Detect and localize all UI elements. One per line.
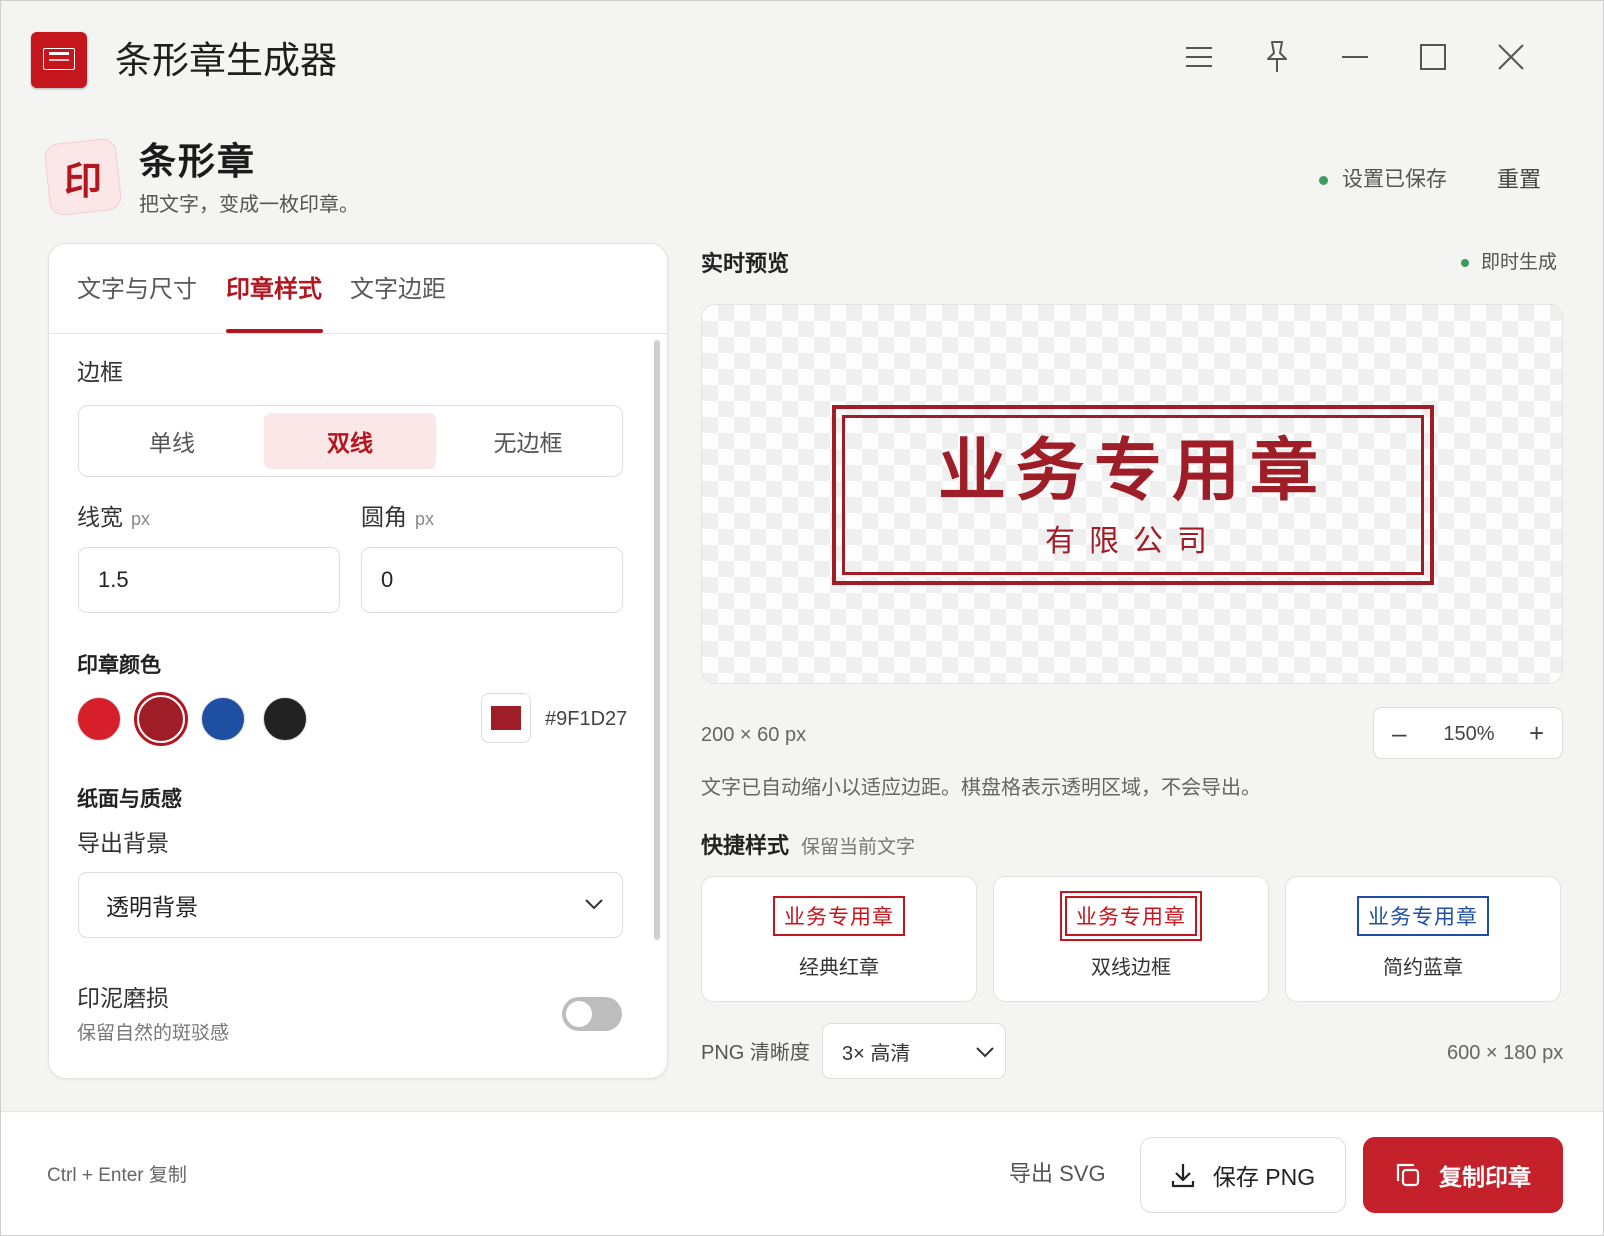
stamp-main-text: 业务专用章 (937, 431, 1328, 511)
png-resolution-label: PNG 清晰度 (701, 1042, 810, 1064)
status-dot-icon (1461, 259, 1469, 267)
quick-style-name: 简约蓝章 (1383, 957, 1463, 979)
border-option-single[interactable]: 单线 (86, 413, 258, 469)
chevron-down-icon (976, 1047, 994, 1058)
border-option-double[interactable]: 双线 (264, 413, 436, 469)
close-icon[interactable] (1489, 35, 1533, 79)
border-segmented-control: 单线 双线 无边框 (78, 405, 623, 477)
zoom-control: – 150% + (1373, 707, 1563, 759)
custom-color-picker[interactable] (481, 693, 531, 743)
footer-bar: Ctrl + Enter 复制 导出 SVG 保存 PNG 复制印章 (1, 1111, 1603, 1235)
stamp-dimensions: 200 × 60 px (701, 724, 807, 746)
quick-style-sample: 业务专用章 (773, 896, 905, 936)
stamp-preview-canvas: 业务专用章 有限公司 (701, 304, 1563, 684)
tab-text-size[interactable]: 文字与尺寸 (77, 272, 197, 308)
preview-note: 文字已自动缩小以适应边距。棋盘格表示透明区域，不会导出。 (701, 777, 1261, 799)
zoom-level: 150% (1443, 723, 1495, 745)
quick-style-classic-red[interactable]: 业务专用章 经典红章 (701, 876, 977, 1002)
ink-wear-hint: 保留自然的斑驳感 (77, 1023, 230, 1044)
quick-style-simple-blue[interactable]: 业务专用章 简约蓝章 (1285, 876, 1561, 1002)
quick-style-name: 经典红章 (799, 957, 879, 979)
line-width-input[interactable]: 1.5 (78, 547, 340, 613)
ink-wear-label: 印泥磨损 (77, 985, 169, 1011)
brand-stamp-icon: 印 (43, 137, 123, 217)
reset-button[interactable]: 重置 (1497, 165, 1541, 195)
border-label: 边框 (77, 359, 123, 385)
quick-styles-title: 快捷样式 保留当前文字 (701, 833, 916, 858)
export-bg-label: 导出背景 (77, 830, 169, 856)
stamp-sub-text: 有限公司 (1045, 524, 1221, 559)
export-bg-select[interactable]: 透明背景 (78, 872, 623, 938)
tab-stamp-style[interactable]: 印章样式 (226, 272, 322, 308)
line-width-label: 线宽 px (77, 504, 151, 530)
stamp-color-label: 印章颜色 (77, 654, 161, 677)
maximize-icon[interactable] (1411, 35, 1455, 79)
page-subtitle: 把文字，变成一枚印章。 (139, 194, 359, 216)
settings-panel: 文字与尺寸 印章样式 文字边距 边框 单线 双线 无边框 线宽 px 圆角 px 1… (48, 243, 668, 1079)
window-title: 条形章生成器 (115, 40, 337, 81)
color-swatch-dark-red[interactable] (139, 697, 183, 741)
tab-text-padding[interactable]: 文字边距 (350, 272, 446, 308)
scrollbar[interactable] (654, 340, 660, 940)
preview-title: 实时预览 (701, 251, 790, 276)
quick-style-double-border[interactable]: 业务专用章 双线边框 (993, 876, 1269, 1002)
app-logo-icon (31, 32, 87, 88)
app-window: 条形章生成器 印 条形章 把文字，变成一枚印章。 设置已保存 重置 文字与尺寸 … (0, 0, 1604, 1236)
zoom-in-button[interactable]: + (1529, 717, 1544, 749)
export-svg-button[interactable]: 导出 SVG (1009, 1158, 1106, 1190)
copy-icon (1396, 1163, 1420, 1187)
shortcut-hint: Ctrl + Enter 复制 (47, 1165, 187, 1186)
border-option-none[interactable]: 无边框 (442, 413, 614, 469)
quick-style-name: 双线边框 (1091, 957, 1171, 979)
live-status: 即时生成 (1461, 248, 1557, 278)
color-swatch-black[interactable] (263, 697, 307, 741)
menu-icon[interactable] (1177, 35, 1221, 79)
color-hex-value: #9F1D27 (545, 708, 628, 730)
pin-icon[interactable] (1255, 35, 1299, 79)
download-icon (1171, 1164, 1194, 1188)
tab-bar: 文字与尺寸 印章样式 文字边距 (49, 244, 667, 334)
page-title: 条形章 (139, 141, 256, 182)
quick-style-sample: 业务专用章 (1060, 891, 1202, 941)
copy-stamp-button[interactable]: 复制印章 (1363, 1137, 1563, 1213)
ink-wear-toggle[interactable] (562, 997, 622, 1031)
status-dot-icon (1319, 175, 1328, 185)
color-swatch-blue[interactable] (201, 697, 245, 741)
radius-input[interactable]: 0 (361, 547, 623, 613)
save-png-button[interactable]: 保存 PNG (1140, 1137, 1346, 1213)
png-resolution-select[interactable]: 3× 高清 (822, 1023, 1006, 1079)
title-bar: 条形章生成器 (1, 1, 1604, 117)
radius-label: 圆角 px (361, 504, 435, 530)
paper-section-title: 纸面与质感 (77, 788, 182, 811)
chevron-down-icon (585, 899, 603, 910)
color-swatch-red[interactable] (77, 697, 121, 741)
stamp-preview: 业务专用章 有限公司 (832, 405, 1434, 585)
active-tab-indicator (226, 329, 323, 333)
png-output-size: 600 × 180 px (1447, 1042, 1564, 1064)
minimize-icon[interactable] (1333, 35, 1377, 79)
quick-style-sample: 业务专用章 (1357, 896, 1489, 936)
saved-status: 设置已保存 (1319, 165, 1447, 195)
zoom-out-button[interactable]: – (1392, 717, 1406, 749)
